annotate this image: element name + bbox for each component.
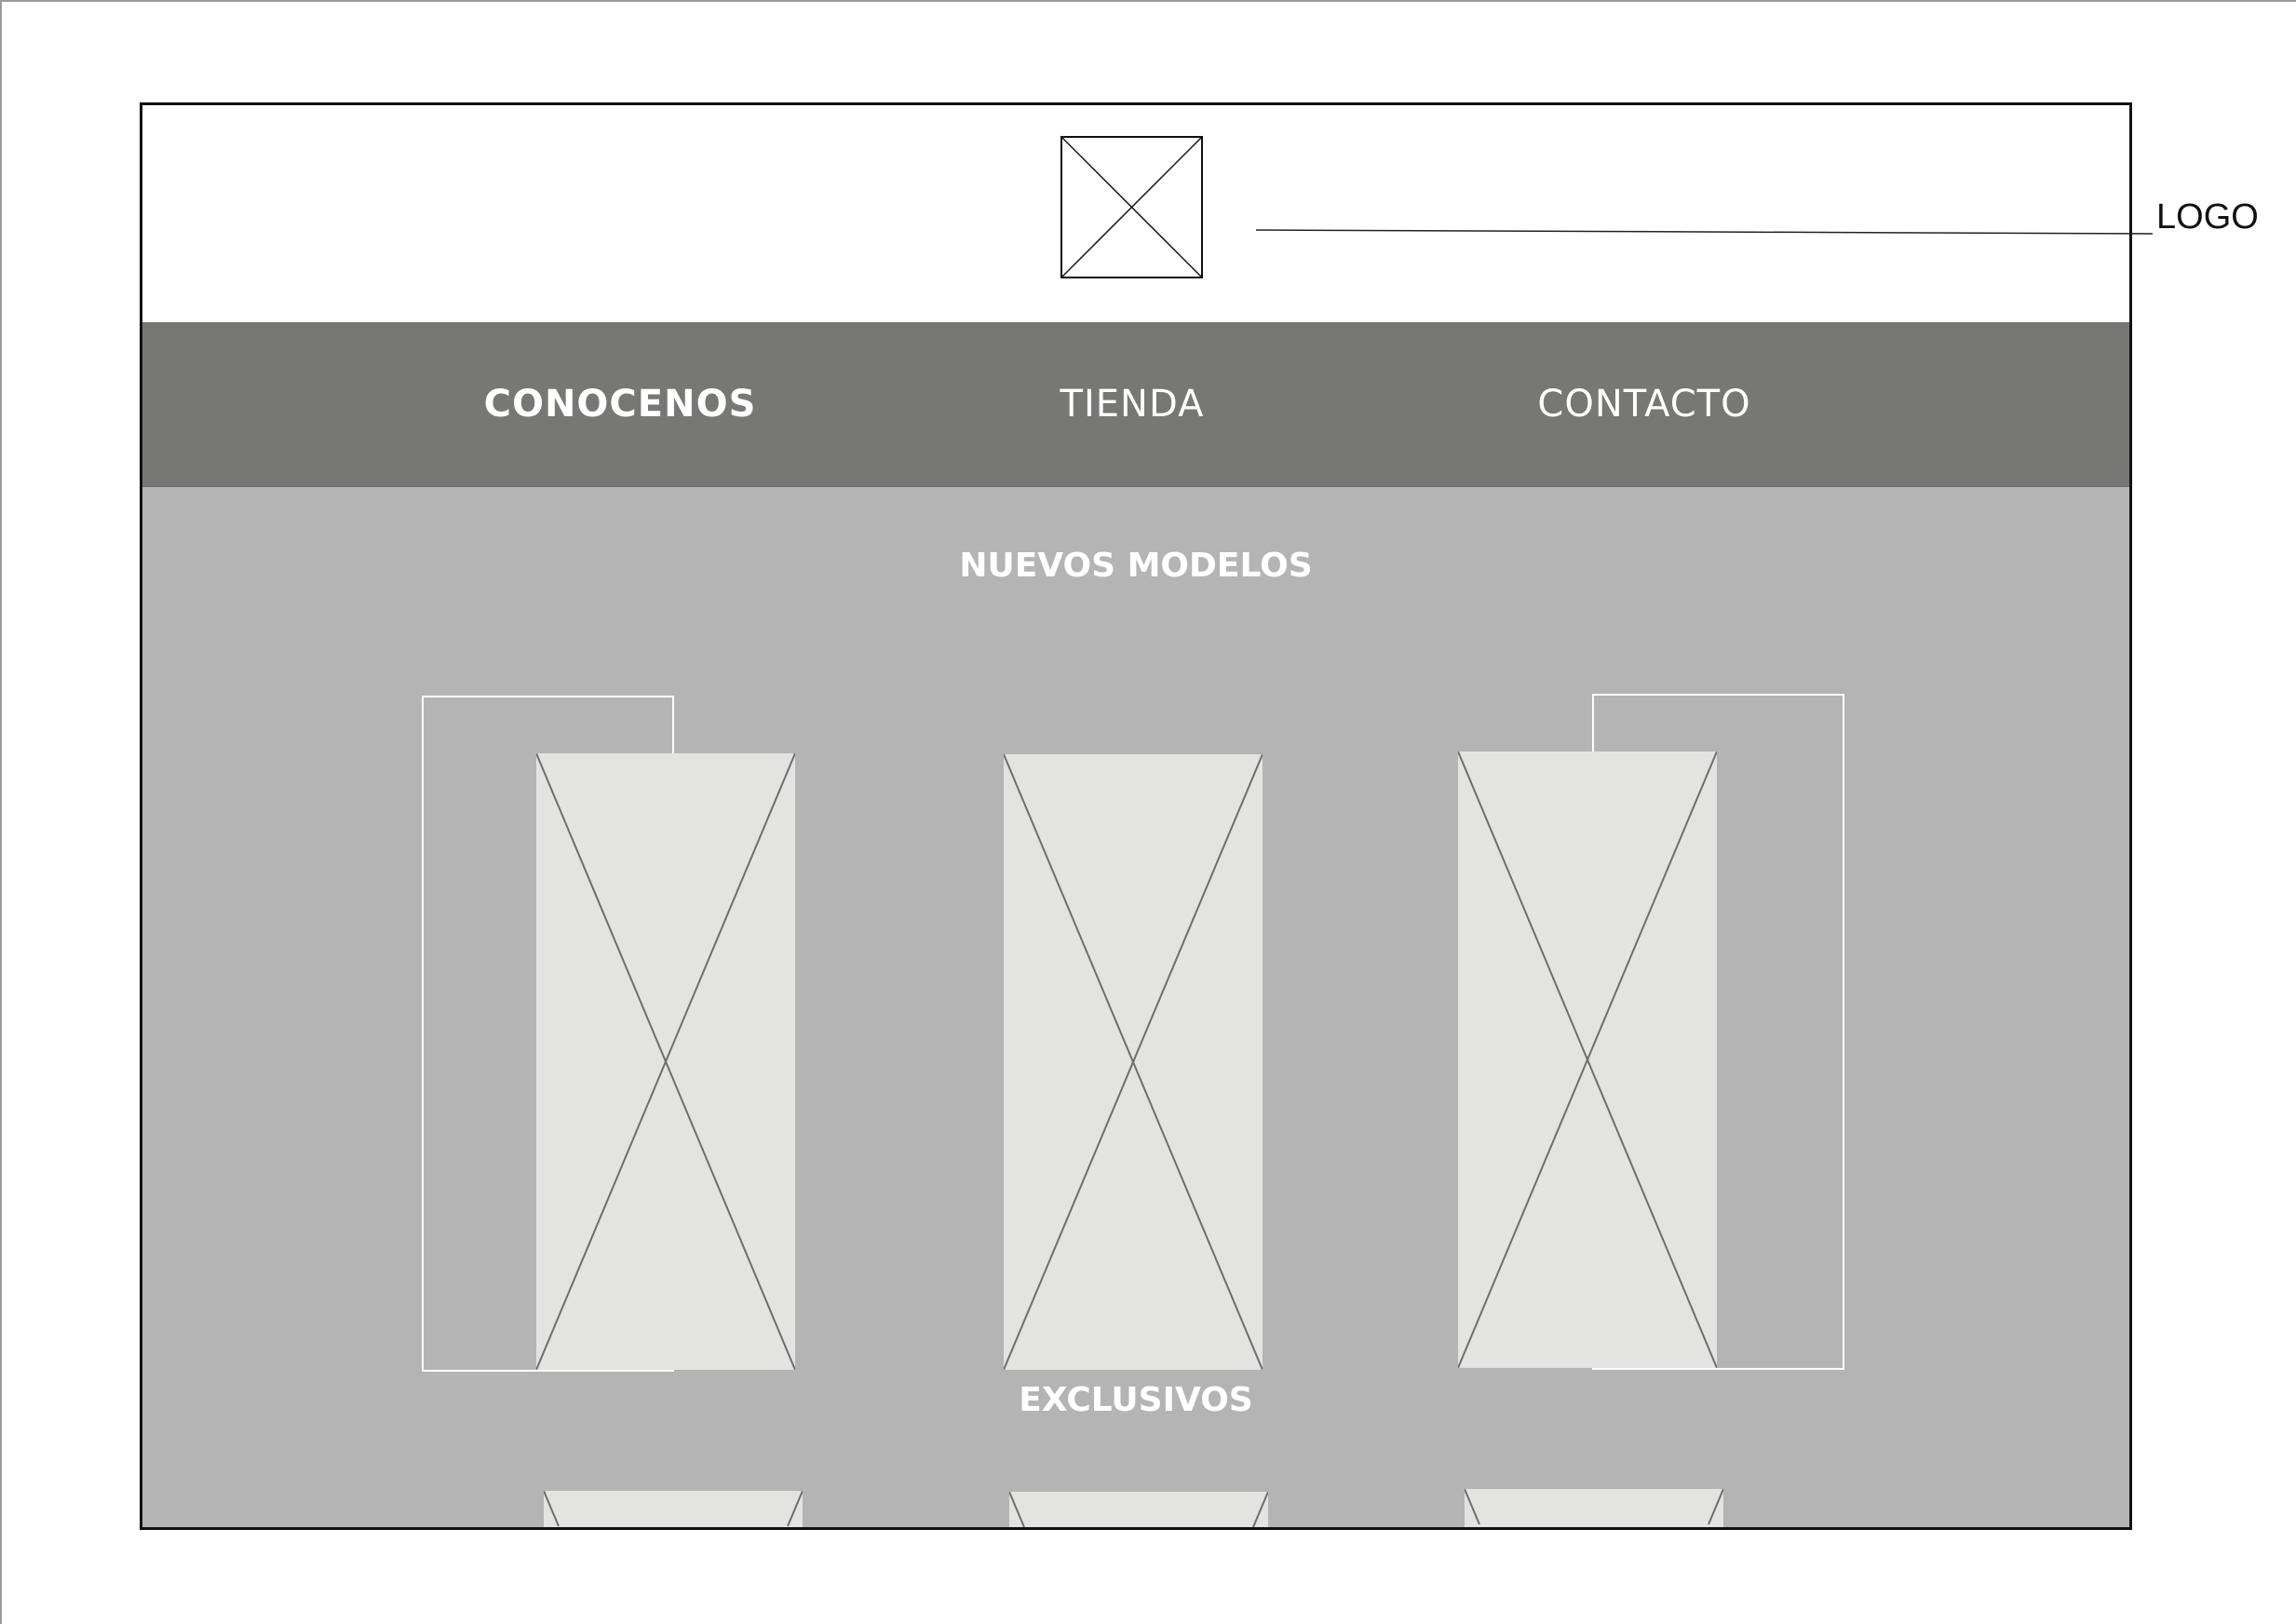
image-placeholder-icon — [1004, 754, 1263, 1370]
sheet-edge-top — [0, 0, 2296, 2]
image-placeholder-icon — [1009, 1492, 1268, 1527]
product-image-placeholder[interactable] — [536, 753, 795, 1370]
nav-item-contacto[interactable]: CONTACTO — [1537, 322, 1750, 486]
nav-item-tienda[interactable]: TIENDA — [1060, 322, 1205, 486]
image-placeholder-icon — [1060, 136, 1203, 278]
navbar: CONOCENOS TIENDA CONTACTO — [142, 322, 2129, 488]
image-placeholder-icon — [1458, 751, 1717, 1368]
product-image-placeholder[interactable] — [1004, 754, 1263, 1370]
main-content: NUEVOS MODELOS EXCLUSIVOS — [142, 487, 2129, 1527]
exclusive-image-placeholder[interactable] — [1465, 1489, 1723, 1527]
sheet-edge-left — [0, 0, 2, 1624]
product-image-placeholder[interactable] — [1458, 751, 1717, 1368]
exclusive-image-placeholder[interactable] — [544, 1491, 803, 1527]
image-placeholder-icon — [544, 1491, 803, 1527]
header — [142, 105, 2129, 322]
nav-item-conocenos[interactable]: CONOCENOS — [484, 322, 757, 486]
image-placeholder-icon — [1465, 1489, 1723, 1525]
logo-image-placeholder[interactable] — [1060, 136, 1203, 278]
exclusive-image-placeholder[interactable] — [1009, 1492, 1268, 1527]
section-title-new-models: NUEVOS MODELOS — [959, 547, 1313, 585]
image-placeholder-icon — [536, 753, 795, 1370]
section-title-exclusives: EXCLUSIVOS — [1019, 1381, 1253, 1419]
logo-annotation-label: LOGO — [2156, 197, 2259, 237]
wireframe-frame: CONOCENOS TIENDA CONTACTO NUEVOS MODELOS — [140, 102, 2132, 1530]
